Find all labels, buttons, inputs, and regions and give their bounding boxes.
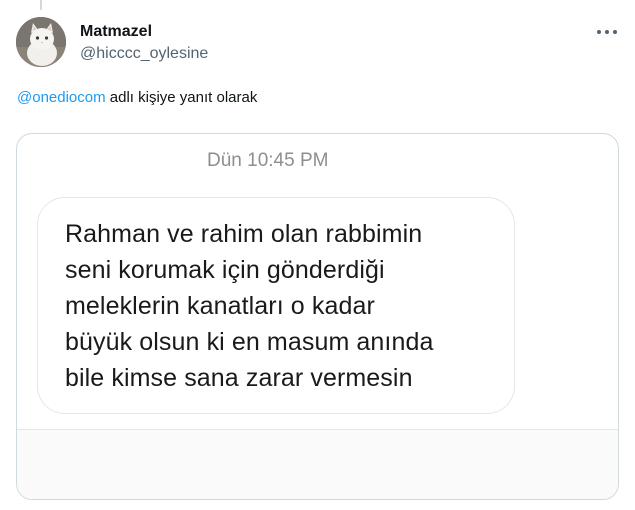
message-footer-area [17, 429, 618, 499]
avatar[interactable] [16, 17, 66, 67]
display-name[interactable]: Matmazel [80, 22, 208, 42]
thread-connector-line [40, 0, 42, 10]
user-handle[interactable]: @hicccc_oylesine [80, 44, 208, 64]
reply-context: @onediocom adlı kişiye yanıt olarak [17, 88, 257, 108]
user-info: Matmazel @hicccc_oylesine [80, 22, 208, 64]
message-timestamp: Dün 10:45 PM [207, 150, 329, 171]
reply-mention-link[interactable]: @onediocom [17, 89, 106, 106]
message-bubble: Rahman ve rahim olan rabbimin seni korum… [37, 197, 515, 414]
more-dots-icon[interactable] [597, 24, 617, 40]
dot [613, 30, 617, 34]
reply-context-text: adlı kişiye yanıt olarak [105, 89, 258, 106]
cat-avatar-icon [16, 17, 66, 67]
dot [605, 30, 609, 34]
message-text: Rahman ve rahim olan rabbimin seni korum… [65, 220, 434, 392]
tweet[interactable]: Matmazel @hicccc_oylesine @onediocom adl… [0, 0, 635, 510]
dot [597, 30, 601, 34]
media-image[interactable]: Dün 10:45 PM Rahman ve rahim olan rabbim… [16, 133, 619, 500]
